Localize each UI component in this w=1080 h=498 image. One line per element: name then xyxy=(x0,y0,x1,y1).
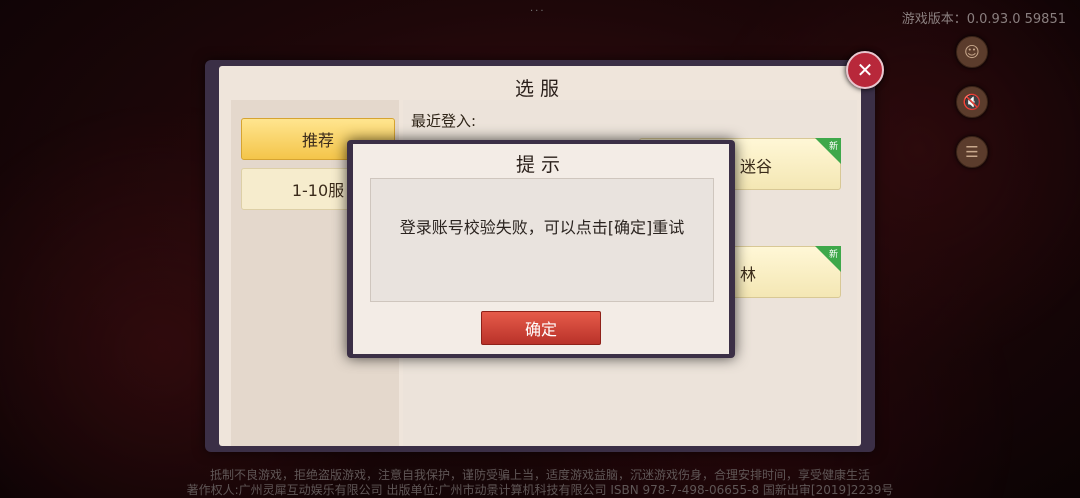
character-icon: ☺ xyxy=(964,43,980,61)
dialog-message-box: 登录账号校验失败，可以点击[确定]重试 xyxy=(370,178,714,302)
notice-icon: ☰ xyxy=(965,143,979,161)
new-badge: 新 xyxy=(815,138,841,164)
top-dots: ··· xyxy=(530,6,546,17)
speaker-mute-icon: 🔇 xyxy=(962,93,982,111)
dialog-body: 提示 登录账号校验失败，可以点击[确定]重试 确定 xyxy=(353,144,729,354)
character-button[interactable]: ☺ xyxy=(956,36,988,68)
new-badge: 新 xyxy=(815,246,841,272)
copyright-notice: 著作权人:广州灵犀互动娱乐有限公司 出版单位:广州市动景计算机科技有限公司 IS… xyxy=(186,483,894,497)
dialog-title: 提示 xyxy=(515,154,566,176)
panel-title: 选服 xyxy=(514,78,565,100)
server-name: 林 xyxy=(740,265,757,284)
prompt-dialog: 提示 登录账号校验失败，可以点击[确定]重试 确定 xyxy=(347,140,735,358)
server-name: 迷谷 xyxy=(740,157,773,176)
version-label: 游戏版本：0.0.93.0 59851 xyxy=(901,12,1066,27)
sound-button[interactable]: 🔇 xyxy=(956,86,988,118)
dialog-message: 登录账号校验失败，可以点击[确定]重试 xyxy=(399,218,685,237)
notice-button[interactable]: ☰ xyxy=(956,136,988,168)
close-button[interactable]: ✕ xyxy=(846,51,884,89)
confirm-button[interactable]: 确定 xyxy=(481,311,601,345)
recent-login-label: 最近登入: xyxy=(411,112,477,130)
close-icon: ✕ xyxy=(856,58,874,82)
